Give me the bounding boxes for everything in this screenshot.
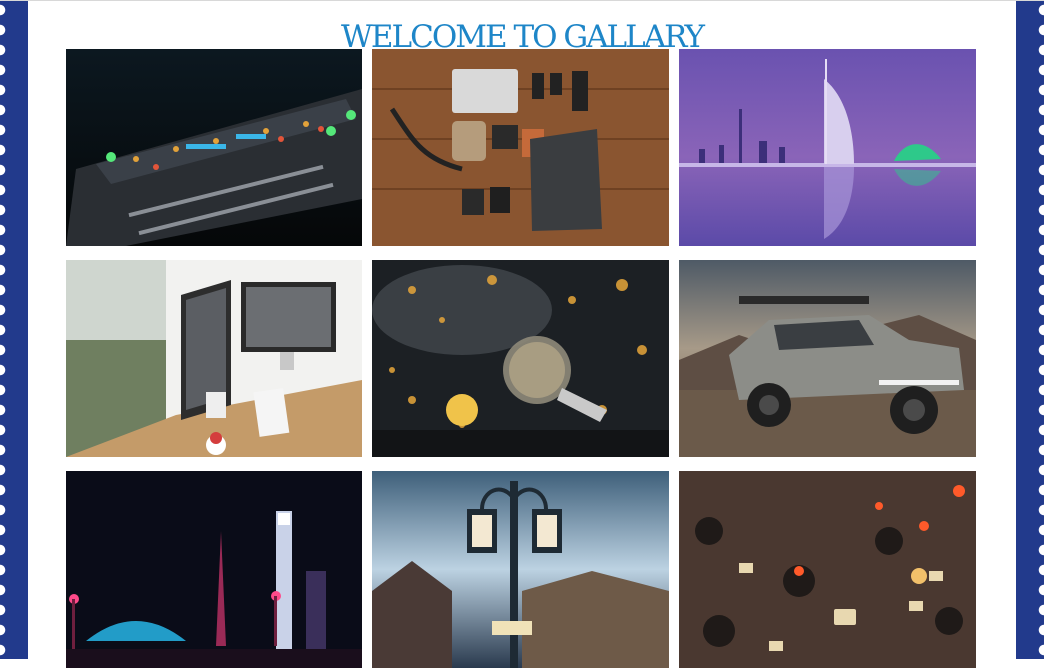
page-title: WELCOME TO GALLARY	[341, 18, 705, 55]
gallery-grid	[66, 49, 976, 668]
left-stamp-border	[0, 0, 28, 659]
gallery-image-camera-gear[interactable]	[372, 49, 669, 246]
gallery-image-synth-knobs[interactable]	[679, 471, 976, 668]
right-stamp-border	[1016, 0, 1044, 659]
gallery-image-street-lamp[interactable]	[372, 471, 669, 668]
gallery-image-city-lights[interactable]	[66, 471, 362, 668]
gallery-image-offroad-truck[interactable]	[679, 260, 976, 457]
top-divider	[0, 0, 1044, 1]
gallery-image-lightbulb-bokeh[interactable]	[372, 260, 669, 457]
gallery-image-desk-monitors[interactable]	[66, 260, 362, 457]
gallery-image-mixer-console[interactable]	[66, 49, 362, 246]
gallery-image-dubai-skyline[interactable]	[679, 49, 976, 246]
